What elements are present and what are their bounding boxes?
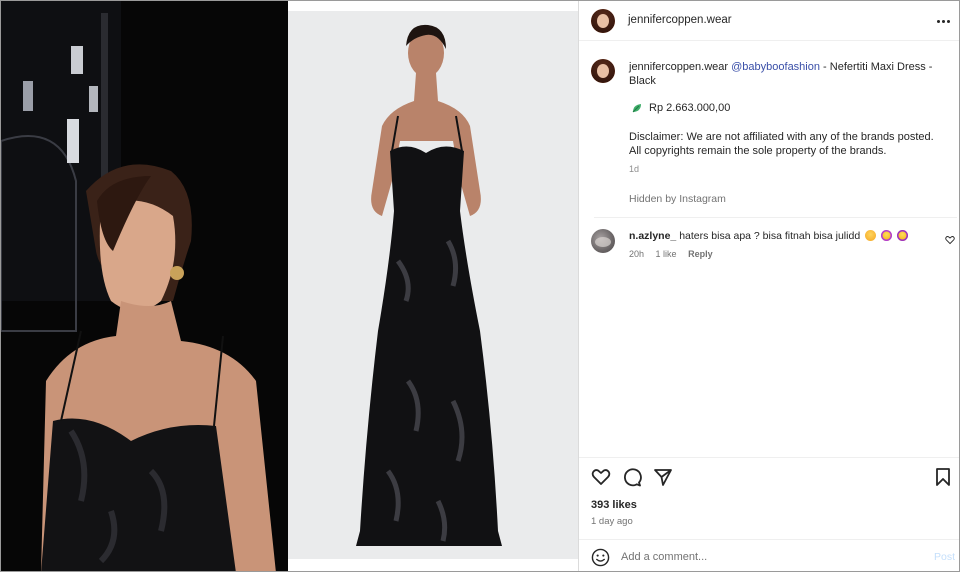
comment-text: n.azlyne_ haters bisa apa ? bisa fitnah … [629, 230, 908, 242]
caption-timestamp[interactable]: 1d [629, 164, 639, 174]
hidden-by-instagram-notice[interactable]: Hidden by Instagram [629, 193, 726, 205]
share-icon[interactable] [653, 467, 673, 487]
caption-text: jennifercoppen.wear @babyboofashion - Ne… [629, 60, 939, 88]
photo-dress-studio [288, 1, 578, 571]
comment-likes[interactable]: 1 like [656, 249, 677, 259]
post-media[interactable] [1, 1, 578, 571]
post-details-panel: jennifercoppen.wear jennifercoppen.wear … [578, 1, 959, 571]
disclaimer-line-1: Disclaimer: We are not affiliated with a… [629, 131, 934, 143]
avatar[interactable] [591, 9, 615, 33]
caption-avatar[interactable] [591, 59, 615, 83]
star-struck-emoji [881, 230, 892, 241]
emoji-picker-icon[interactable] [591, 548, 610, 567]
comment-input[interactable] [621, 547, 921, 567]
comment-avatar[interactable] [591, 229, 615, 253]
price-line: Rp 2.663.000,00 [631, 101, 730, 115]
comment-username[interactable]: n.azlyne_ [629, 230, 676, 242]
heart-icon[interactable] [591, 467, 611, 487]
more-horizontal-icon[interactable] [936, 15, 952, 27]
divider [579, 539, 959, 540]
comment-body: haters bisa apa ? bisa fitnah bisa julid… [679, 230, 861, 242]
post-button[interactable]: Post [934, 551, 955, 563]
divider [579, 457, 959, 458]
post-username[interactable]: jennifercoppen.wear [628, 14, 732, 26]
post-header: jennifercoppen.wear [579, 1, 959, 41]
disclaimer-line-2: All copyrights remain the sole property … [629, 145, 887, 157]
caption-username[interactable]: jennifercoppen.wear [629, 61, 728, 73]
photo-model-evening [1, 1, 288, 571]
comment-meta: 20h 1 like Reply [629, 249, 722, 259]
comment-icon[interactable] [622, 467, 642, 487]
price-value: Rp 2.663.000,00 [649, 102, 731, 114]
caption-mention-link[interactable]: @babyboofashion [731, 61, 820, 73]
comment-time[interactable]: 20h [629, 249, 644, 259]
hug-emoji [865, 230, 877, 241]
instagram-post-window: jennifercoppen.wear jennifercoppen.wear … [0, 0, 960, 572]
disclaimer-text: Disclaimer: We are not affiliated with a… [629, 130, 949, 158]
post-timestamp[interactable]: 1 day ago [591, 516, 633, 527]
divider [594, 217, 957, 218]
bookmark-icon[interactable] [933, 467, 953, 487]
partying-emoji [896, 230, 908, 241]
comment-reply-button[interactable]: Reply [688, 249, 713, 259]
heart-outline-icon[interactable] [945, 235, 955, 245]
likes-count[interactable]: 393 likes [591, 499, 637, 511]
leaf-icon [632, 104, 641, 113]
